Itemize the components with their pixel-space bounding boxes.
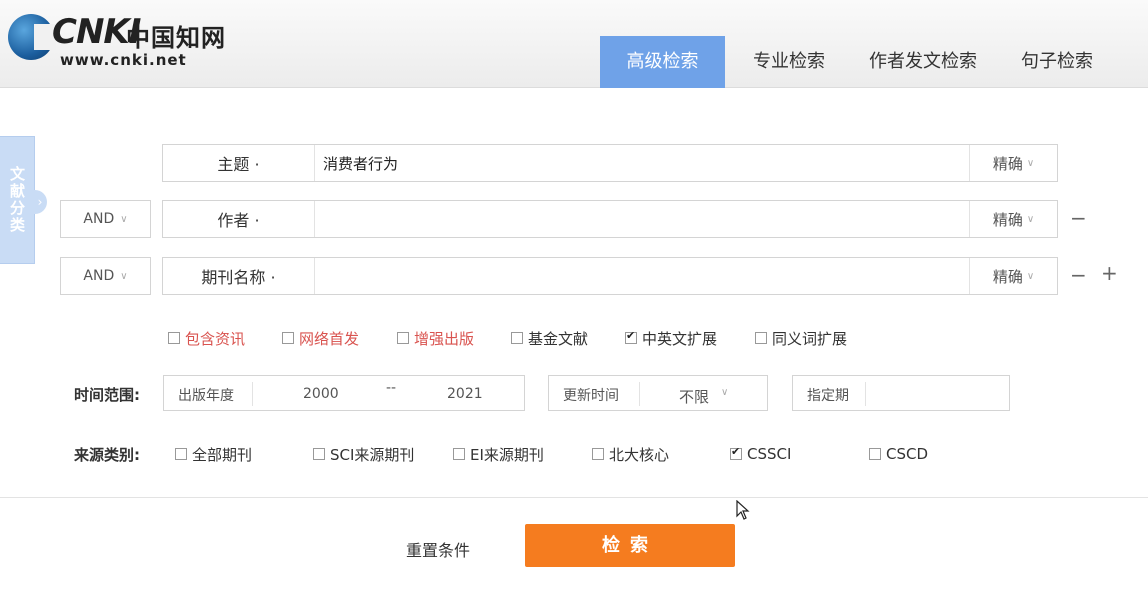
option-enhanced-publish[interactable]: 增强出版: [397, 327, 474, 349]
option-synonym-expand[interactable]: 同义词扩展: [755, 327, 847, 349]
specified-period-input[interactable]: 指定期: [792, 375, 1010, 411]
year-to-input[interactable]: 2021: [447, 386, 483, 402]
checkbox[interactable]: [592, 448, 604, 460]
literature-category-tab[interactable]: 文献分类: [0, 136, 35, 264]
match-mode-label: 精确: [992, 210, 1023, 229]
logic-select[interactable]: AND ∨: [60, 200, 151, 238]
tab-sentence-search[interactable]: 句子检索: [999, 36, 1115, 88]
checkbox[interactable]: [313, 448, 325, 460]
source-cscd[interactable]: CSCD: [869, 443, 928, 465]
source-all-journals[interactable]: 全部期刊: [175, 443, 252, 465]
checkbox[interactable]: [755, 332, 767, 344]
chevron-down-icon: ∨: [1026, 270, 1035, 282]
source-cssci[interactable]: CSSCI: [730, 443, 791, 465]
option-label: 增强出版: [414, 329, 475, 348]
divider: [639, 382, 640, 406]
add-row-icon[interactable]: +: [1101, 261, 1118, 285]
search-input-topic[interactable]: 消费者行为: [323, 145, 398, 181]
checkbox[interactable]: [453, 448, 465, 460]
source-label: 全部期刊: [192, 445, 253, 464]
checkbox[interactable]: [869, 448, 881, 460]
logic-select[interactable]: AND ∨: [60, 257, 151, 295]
option-label: 包含资讯: [185, 329, 246, 348]
source-label: SCI来源期刊: [330, 445, 415, 464]
source-ei[interactable]: EI来源期刊: [453, 443, 544, 465]
remove-row-icon[interactable]: −: [1070, 206, 1087, 230]
checkbox[interactable]: [397, 332, 409, 344]
checkbox[interactable]: [168, 332, 180, 344]
field-select-journal[interactable]: 期刊名称 ·: [163, 258, 315, 294]
field-select-author[interactable]: 作者 ·: [163, 201, 315, 237]
time-range-label: 时间范围:: [74, 386, 140, 404]
publish-year-range: 出版年度 2000 -- 2021: [163, 375, 525, 411]
option-label: 同义词扩展: [772, 329, 848, 348]
tab-advanced-search[interactable]: 高级检索: [600, 36, 725, 88]
tab-author-search[interactable]: 作者发文检索: [847, 36, 999, 88]
search-row-2: 作者 · 精确 ∨: [162, 200, 1058, 238]
source-pku-core[interactable]: 北大核心: [592, 443, 669, 465]
search-button[interactable]: 检索: [525, 524, 735, 567]
checkbox[interactable]: [175, 448, 187, 460]
chevron-down-icon: ∨: [721, 387, 729, 398]
logo-globe-icon: [8, 14, 56, 60]
field-select-topic[interactable]: 主题 ·: [163, 145, 315, 181]
option-label: 基金文献: [528, 329, 589, 348]
cnki-logo[interactable]: CNKI 中国知网 www.cnki.net: [8, 12, 238, 70]
specified-period-label: 指定期: [807, 388, 849, 404]
chevron-down-icon: ∨: [120, 213, 128, 225]
checkbox[interactable]: [282, 332, 294, 344]
source-label: 北大核心: [609, 445, 670, 464]
chevron-down-icon: ∨: [1026, 213, 1035, 225]
year-from-input[interactable]: 2000: [303, 386, 339, 402]
chevron-right-icon[interactable]: ›: [33, 190, 47, 214]
match-mode-select[interactable]: 精确 ∨: [969, 145, 1057, 181]
logic-label: AND: [83, 268, 115, 284]
option-cn-en-expand[interactable]: 中英文扩展: [625, 327, 717, 349]
match-mode-label: 精确: [992, 267, 1023, 286]
checkbox-checked[interactable]: [625, 329, 637, 344]
match-mode-select[interactable]: 精确 ∨: [969, 258, 1057, 294]
search-row-1: 主题 · 消费者行为 精确 ∨: [162, 144, 1058, 182]
logo-chinese-text: 中国知网: [126, 24, 226, 52]
chevron-down-icon: ∨: [1026, 157, 1035, 169]
divider: [865, 382, 866, 406]
chevron-down-icon: ∨: [120, 270, 128, 282]
publish-year-label: 出版年度: [178, 388, 234, 404]
field-label: 期刊名称 ·: [201, 268, 276, 287]
search-row-3: 期刊名称 · 精确 ∨: [162, 257, 1058, 295]
update-time-label: 更新时间: [563, 388, 619, 404]
logic-label: AND: [83, 211, 115, 227]
option-online-first[interactable]: 网络首发: [282, 327, 359, 349]
option-label: 网络首发: [299, 329, 360, 348]
update-time-select[interactable]: 更新时间 不限 ∨: [548, 375, 768, 411]
source-label: EI来源期刊: [470, 445, 544, 464]
logo-url-text: www.cnki.net: [60, 51, 187, 69]
option-label: 中英文扩展: [642, 329, 718, 348]
mouse-cursor-icon: [736, 500, 750, 520]
option-include-news[interactable]: 包含资讯: [168, 327, 245, 349]
remove-row-icon[interactable]: −: [1070, 263, 1087, 287]
checkbox[interactable]: [511, 332, 523, 344]
update-time-value: 不限: [679, 388, 710, 406]
header: CNKI 中国知网 www.cnki.net 高级检索 专业检索 作者发文检索 …: [0, 0, 1148, 88]
year-separator: --: [386, 380, 397, 396]
source-label: CSSCI: [747, 445, 792, 463]
match-mode-select[interactable]: 精确 ∨: [969, 201, 1057, 237]
source-category-label: 来源类别:: [74, 446, 140, 464]
section-divider: [0, 497, 1148, 498]
field-label: 主题 ·: [217, 155, 260, 174]
match-mode-label: 精确: [992, 154, 1023, 173]
field-label: 作者 ·: [217, 211, 260, 230]
source-sci[interactable]: SCI来源期刊: [313, 443, 414, 465]
source-label: CSCD: [886, 445, 929, 463]
tab-professional-search[interactable]: 专业检索: [731, 36, 847, 88]
search-tabs: 高级检索 专业检索 作者发文检索 句子检索: [600, 36, 1115, 88]
checkbox-checked[interactable]: [730, 445, 742, 460]
divider: [252, 382, 253, 406]
reset-conditions-link[interactable]: 重置条件: [406, 537, 470, 561]
option-fund-literature[interactable]: 基金文献: [511, 327, 588, 349]
